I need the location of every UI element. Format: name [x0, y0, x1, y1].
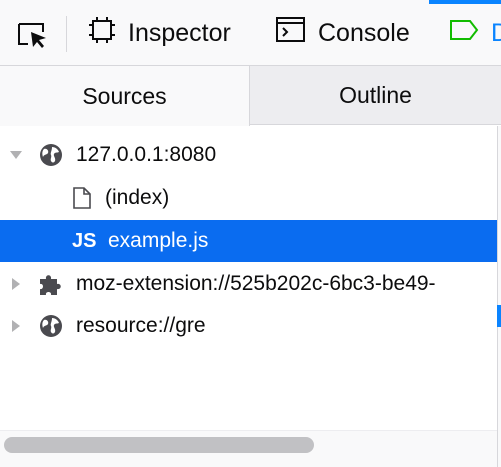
tab-sources[interactable]: Sources [0, 66, 250, 126]
tree-item-index[interactable]: (index) [0, 177, 497, 219]
tree-item-label: example.js [108, 229, 209, 252]
tab-console-label: Console [318, 18, 410, 47]
splitter-indicator [497, 305, 501, 327]
tab-inspector[interactable]: Inspector [88, 0, 231, 66]
inspector-icon [88, 16, 116, 51]
tab-sources-label: Sources [82, 82, 167, 109]
horizontal-scrollbar[interactable] [0, 430, 497, 467]
file-icon [73, 187, 91, 209]
element-picker-icon [18, 23, 46, 48]
active-tab-indicator [429, 0, 501, 4]
expanded-arrow-icon[interactable] [9, 148, 23, 162]
element-picker-button[interactable] [0, 0, 66, 66]
collapsed-arrow-icon[interactable] [9, 319, 23, 333]
sources-tree: 127.0.0.1:8080 (index) JS example.js moz… [0, 126, 497, 430]
collapsed-arrow-icon[interactable] [9, 277, 23, 291]
tree-item-moz-extension[interactable]: moz-extension://525b202c-6bc3-be49- [0, 263, 497, 305]
tab-inspector-label: Inspector [128, 18, 231, 47]
tree-item-localhost[interactable]: 127.0.0.1:8080 [0, 134, 497, 176]
tree-item-resource-gre[interactable]: resource://gre [0, 305, 497, 347]
extension-icon [40, 275, 61, 295]
devtools-toolbar: Inspector Console D [0, 0, 501, 66]
tab-console[interactable]: Console [276, 0, 410, 66]
tree-item-label: resource://gre [76, 314, 206, 337]
scrollbar-thumb[interactable] [4, 437, 314, 453]
debugger-icon [449, 19, 479, 48]
toolbar-separator [66, 16, 67, 52]
source-tabs: Sources Outline [0, 66, 501, 126]
panel-splitter[interactable] [497, 126, 501, 467]
tree-item-label: moz-extension://525b202c-6bc3-be49- [76, 272, 436, 295]
tab-outline[interactable]: Outline [250, 66, 501, 125]
globe-icon [40, 315, 62, 337]
tab-debugger[interactable]: D [429, 0, 501, 66]
js-file-icon: JS [72, 230, 97, 252]
globe-icon [40, 144, 62, 166]
tree-item-label: (index) [105, 186, 170, 209]
tab-outline-label: Outline [339, 82, 412, 108]
console-icon [276, 16, 306, 50]
tab-debugger-label: D [491, 18, 501, 47]
tree-item-label: 127.0.0.1:8080 [76, 143, 217, 166]
tree-item-example-js[interactable]: JS example.js [0, 220, 497, 262]
